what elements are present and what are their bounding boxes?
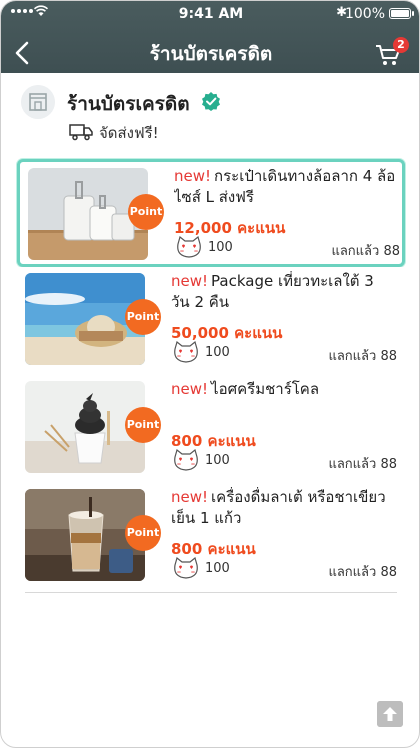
status-bar: 9:41 AM ✱ 100% [1, 1, 419, 27]
stock-count: 100 [205, 345, 230, 360]
store-name: ร้านบัตรเครดิต [67, 93, 190, 115]
product-title: new! เครื่องดื่มลาเต้ หรือชาเขียวเย็น 1 แ… [171, 487, 397, 529]
point-badge: Point [125, 515, 161, 551]
store-info: ร้านบัตรเครดิต จัดส่งฟรี! [21, 85, 401, 155]
product-card[interactable]: Point new! กระเป๋าเดินทางล้อลาก 4 ล้อ ไซส… [17, 159, 405, 267]
new-label: new! [171, 380, 209, 398]
product-price: 800 คะแนน [171, 540, 256, 558]
page-title: ร้านบัตรเครดิต [149, 43, 273, 65]
battery-percent: 100% [344, 6, 385, 22]
product-price: 50,000 คะแนน [171, 324, 283, 342]
redeemed-count: แลกแล้ว 88 [328, 457, 397, 472]
new-label: new! [171, 272, 209, 290]
product-price: 800 คะแนน [171, 432, 256, 450]
product-card[interactable]: Point new! ไอศครีมชาร์โคล 800 คะแนน 100 แ… [17, 375, 405, 485]
stock-count: 100 [205, 453, 230, 468]
back-arrow-icon[interactable] [11, 39, 35, 67]
cat-mascot-icon [174, 557, 198, 579]
stock-count: 100 [205, 561, 230, 576]
store-icon [21, 85, 55, 119]
product-card[interactable]: Point new! Package เที่ยวทะเลใต้ 3 วัน 2 … [17, 267, 405, 377]
product-title: new! Package เที่ยวทะเลใต้ 3 วัน 2 คืน [171, 271, 397, 313]
point-badge: Point [125, 299, 161, 335]
scroll-to-top-button[interactable] [377, 701, 403, 727]
redeemed-count: แลกแล้ว 88 [328, 565, 397, 580]
point-badge: Point [128, 194, 164, 230]
cart-count-badge: 2 [393, 37, 409, 53]
cat-mascot-icon [174, 341, 198, 363]
shipping-truck-icon [69, 124, 93, 141]
product-name: ไอศครีมชาร์โคล [211, 380, 320, 398]
shipping-label: จัดส่งฟรี! [99, 124, 159, 142]
product-title: new! ไอศครีมชาร์โคล [171, 379, 397, 421]
new-label: new! [171, 488, 209, 506]
product-card[interactable]: Point new! เครื่องดื่มลาเต้ หรือชาเขียวเย… [17, 483, 405, 593]
point-badge: Point [125, 407, 161, 443]
new-label: new! [174, 167, 212, 185]
phone-screen: 9:41 AM ✱ 100% ร้านบัตรเครดิต 2 ร้านบัตร… [0, 0, 420, 748]
redeemed-count: แลกแล้ว 88 [328, 349, 397, 364]
verified-icon [202, 92, 220, 111]
cat-mascot-icon [174, 449, 198, 471]
stock-count: 100 [208, 240, 233, 255]
product-title: new! กระเป๋าเดินทางล้อลาก 4 ล้อ ไซส์ L ส่… [174, 166, 400, 208]
redeemed-count: แลกแล้ว 88 [331, 244, 400, 259]
cat-mascot-icon [177, 236, 201, 258]
product-price: 12,000 คะแนน [174, 219, 286, 237]
battery-icon [389, 8, 411, 19]
app-header: 9:41 AM ✱ 100% ร้านบัตรเครดิต 2 [1, 1, 419, 73]
